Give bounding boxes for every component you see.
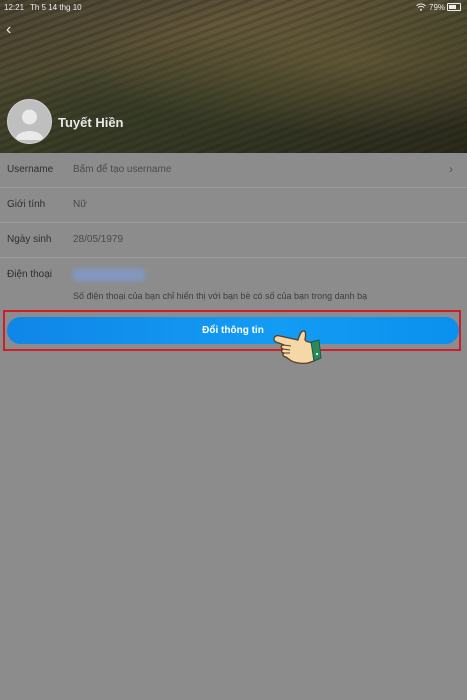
profile-info-list: Username Bấm để tạo username › Giới tính… (0, 153, 467, 308)
phone-hint: Số điện thoại của bạn chỉ hiển thị với b… (73, 291, 368, 301)
wifi-icon (416, 3, 426, 11)
avatar-icon (15, 109, 44, 140)
birthday-label: Ngày sinh (7, 234, 52, 245)
phone-row: Điện thoại Số điện thoại của bạn chỉ hiể… (0, 258, 467, 308)
battery-percent: 79% (429, 3, 446, 12)
cover-photo (0, 0, 467, 153)
profile-name: Tuyết Hiền (58, 115, 124, 130)
birthday-value: 28/05/1979 (73, 234, 124, 245)
battery-icon (447, 3, 461, 11)
status-time: 12:21 (4, 3, 25, 12)
gender-value: Nữ (73, 199, 87, 210)
chevron-right-icon: › (449, 162, 453, 176)
phone-label: Điện thoại (7, 269, 53, 280)
username-row[interactable]: Username Bấm để tạo username › (0, 153, 467, 188)
username-label: Username (7, 164, 54, 175)
status-date: Th 5 14 thg 10 (30, 3, 82, 12)
pointing-hand-icon (273, 330, 322, 365)
birthday-row: Ngày sinh 28/05/1979 (0, 223, 467, 258)
gender-row: Giới tính Nữ (0, 188, 467, 223)
username-value: Bấm để tạo username (73, 164, 172, 175)
update-info-button[interactable]: Đổi thông tin (7, 317, 459, 344)
avatar[interactable] (7, 99, 52, 144)
phone-number-redacted (73, 269, 145, 281)
gender-label: Giới tính (7, 199, 46, 210)
back-icon[interactable]: ‹ (6, 22, 16, 38)
status-bar: 12:21 Th 5 14 thg 10 79% (0, 0, 467, 14)
